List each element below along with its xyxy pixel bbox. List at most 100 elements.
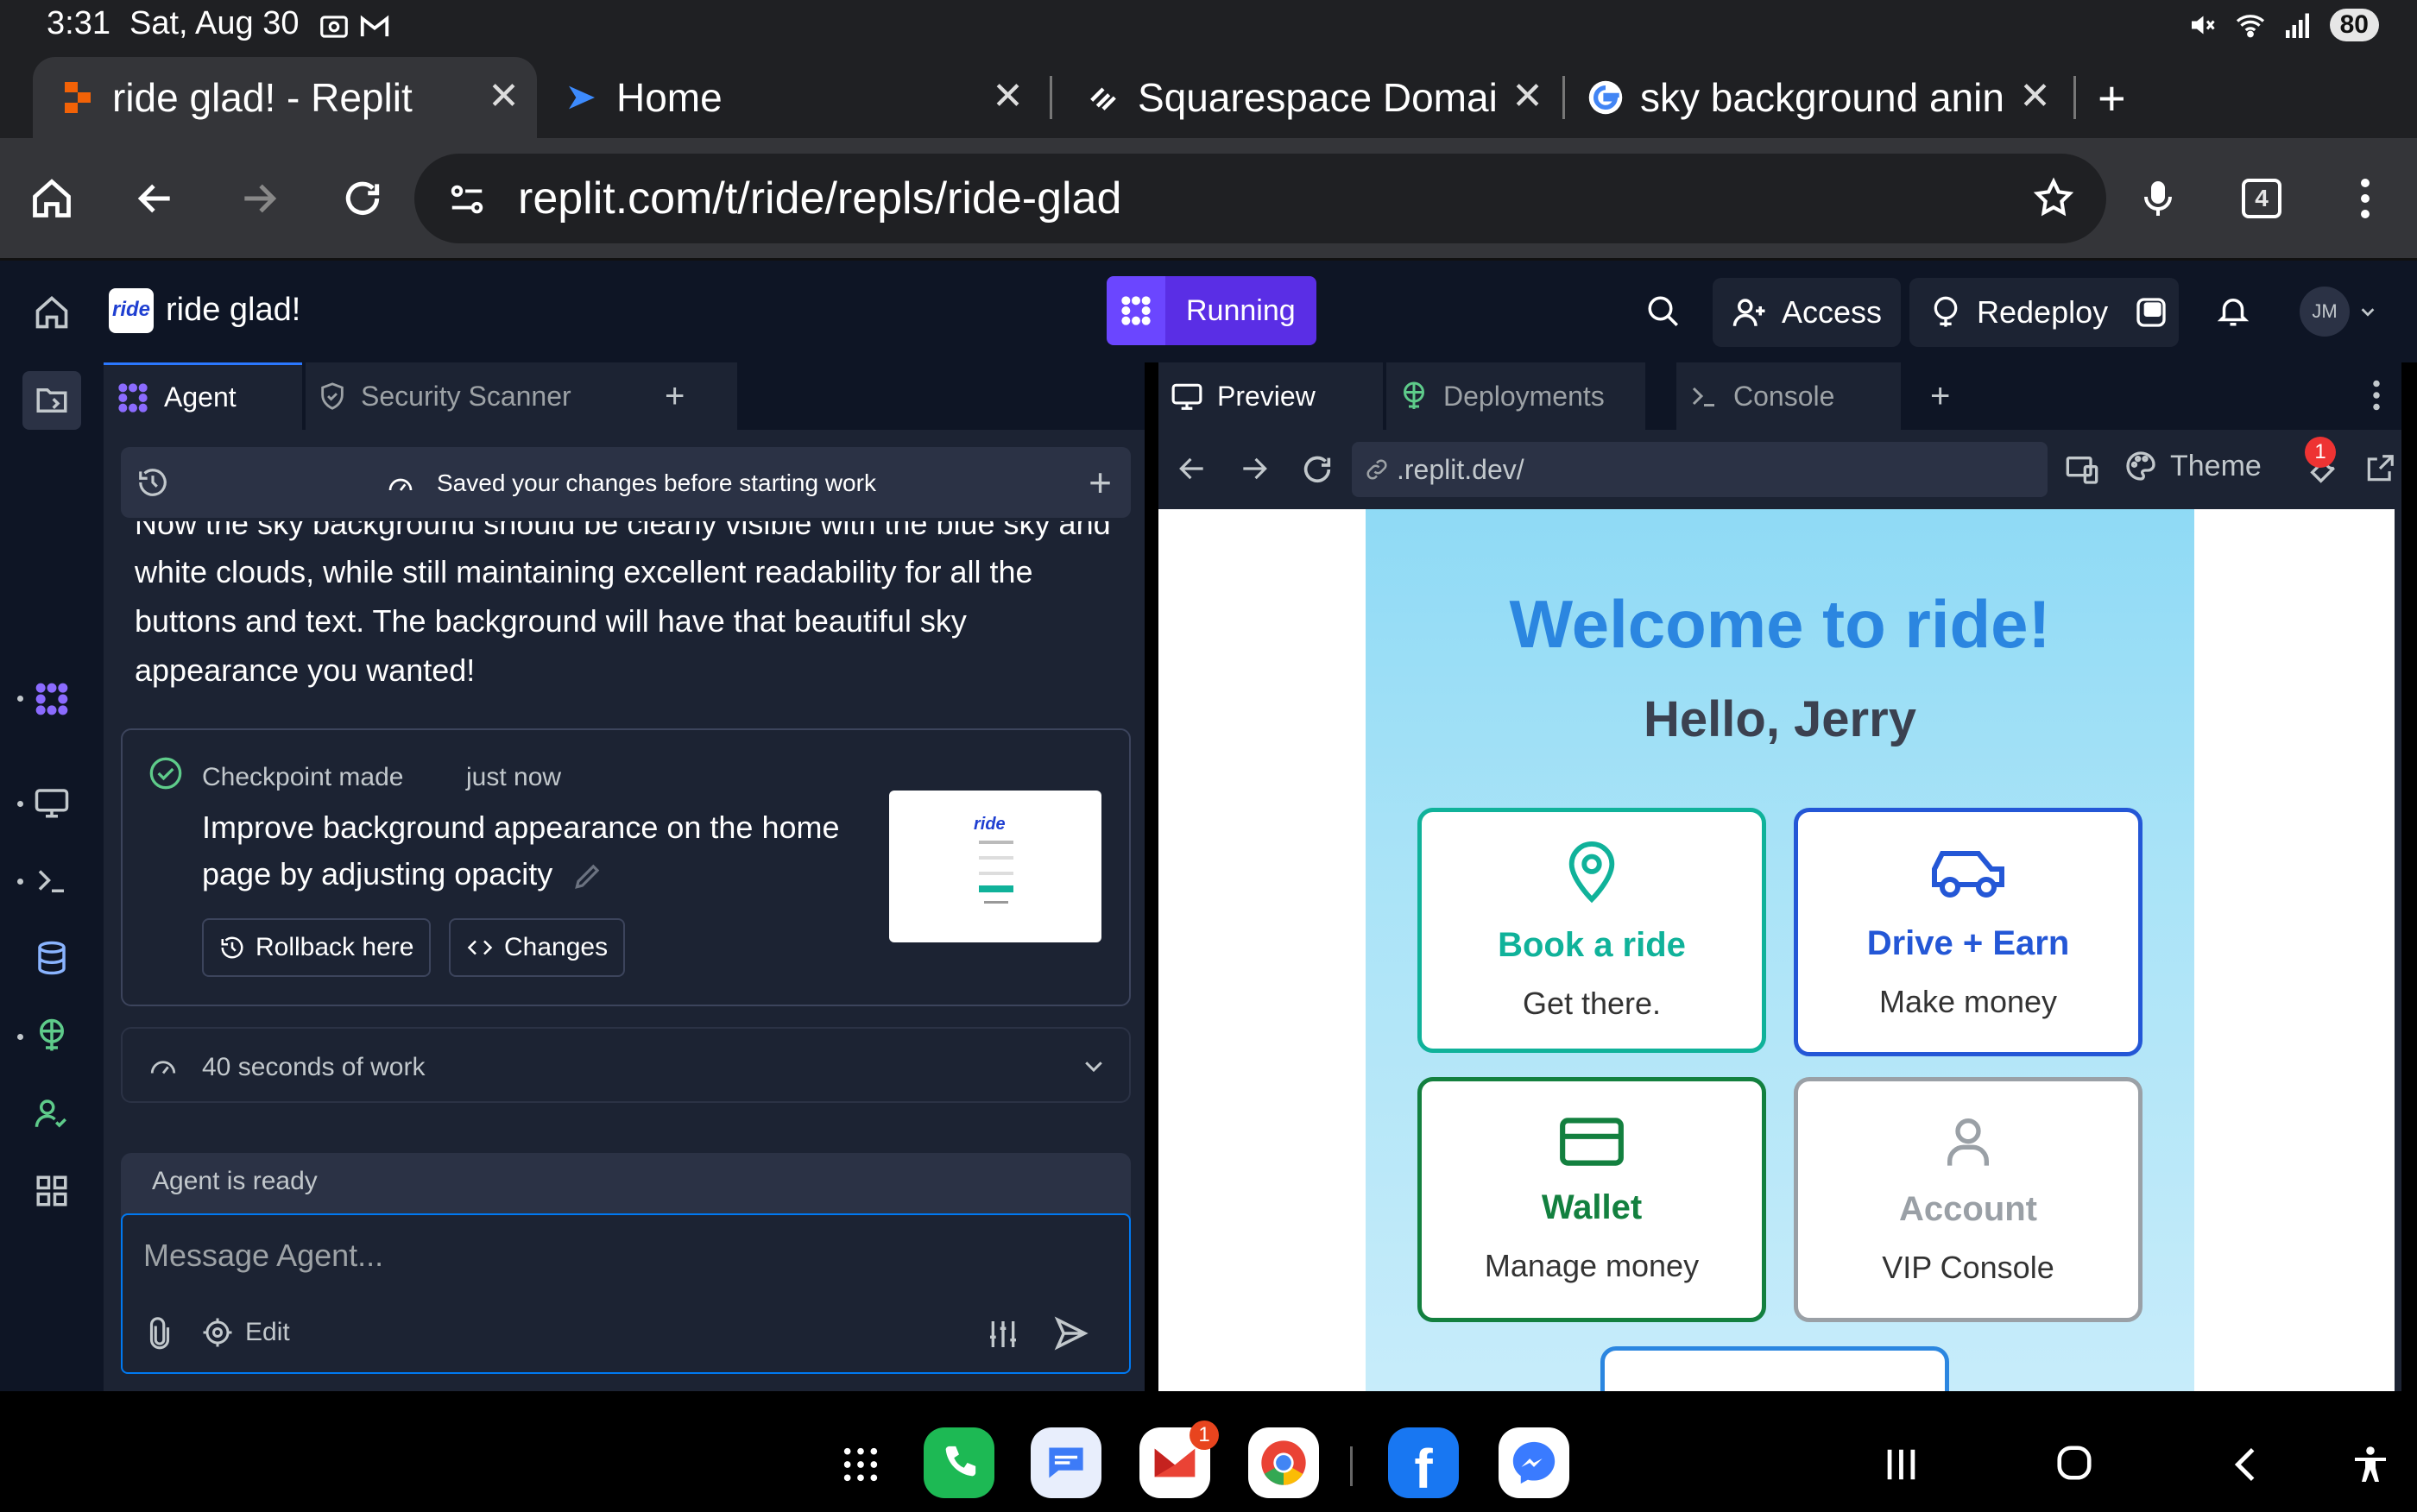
account-card[interactable]: Account VIP Console xyxy=(1794,1077,2142,1322)
work-summary-row[interactable]: 40 seconds of work xyxy=(121,1027,1131,1103)
tab-label: Console xyxy=(1733,380,1835,412)
close-tab-icon[interactable]: ✕ xyxy=(1511,74,1543,118)
message-input-box[interactable]: Message Agent... Edit xyxy=(121,1213,1131,1374)
mute-icon xyxy=(2187,9,2218,41)
tab-console[interactable]: Console xyxy=(1676,362,1901,430)
deployments-icon[interactable] xyxy=(24,1008,79,1063)
preview-url-field[interactable]: .replit.dev/ xyxy=(1352,442,2048,497)
squarespace-icon xyxy=(1084,79,1122,117)
partial-card[interactable] xyxy=(1600,1346,1949,1391)
system-back-icon[interactable] xyxy=(2231,1445,2262,1484)
checkpoint-thumbnail[interactable]: ride xyxy=(889,791,1101,942)
close-tab-icon[interactable]: ✕ xyxy=(488,74,520,118)
message-input[interactable]: Message Agent... xyxy=(143,1238,383,1274)
forward-icon[interactable] xyxy=(228,167,290,230)
close-tab-icon[interactable]: ✕ xyxy=(2019,74,2051,118)
replit-home-icon[interactable] xyxy=(33,293,71,331)
book-ride-card[interactable]: Book a ride Get there. xyxy=(1417,808,1766,1053)
tab-switcher-button[interactable]: 4 xyxy=(2231,167,2293,230)
theme-button[interactable]: Theme xyxy=(2124,449,2262,483)
more-menu-icon[interactable] xyxy=(2334,167,2396,230)
home-icon[interactable] xyxy=(21,167,83,230)
devices-icon[interactable] xyxy=(2065,452,2099,487)
preview-reload-icon[interactable] xyxy=(1300,452,1335,487)
browser-tab-replit[interactable]: ride glad! - Replit ✕ xyxy=(33,57,537,138)
tab-agent[interactable]: Agent xyxy=(104,362,302,430)
chevron-down-icon[interactable] xyxy=(1081,1053,1107,1079)
url-text[interactable]: replit.com/t/ride/repls/ride-glad xyxy=(518,173,1121,224)
checkpoint-card: Checkpoint made just now Improve backgro… xyxy=(121,728,1131,1006)
facebook-app-icon[interactable]: f xyxy=(1388,1427,1459,1500)
notifications-bell-icon[interactable] xyxy=(2215,292,2251,330)
browser-tab-home[interactable]: Home ✕ xyxy=(537,57,1041,138)
add-tab-button[interactable]: + xyxy=(653,362,685,430)
attach-paperclip-icon[interactable] xyxy=(143,1317,176,1351)
users-icon[interactable] xyxy=(24,1086,79,1141)
gmail-notification-icon xyxy=(357,10,392,43)
signal-icon xyxy=(2283,9,2314,41)
avatar[interactable]: JM xyxy=(2300,287,2350,337)
deploy-options-button[interactable] xyxy=(2124,278,2179,347)
site-settings-icon[interactable] xyxy=(447,180,487,219)
messenger-app-icon[interactable] xyxy=(1499,1427,1569,1498)
browser-tab-squarespace[interactable]: Squarespace Domai ✕ xyxy=(1058,57,1561,138)
expand-plus-icon[interactable]: + xyxy=(1089,459,1112,506)
add-tab-button[interactable]: + xyxy=(1918,362,1950,430)
arrow-logo-icon xyxy=(563,79,601,117)
recent-apps-icon[interactable] xyxy=(1884,1445,1918,1484)
preview-back-icon[interactable] xyxy=(1176,452,1208,485)
edit-mode-button[interactable]: Edit xyxy=(202,1317,290,1348)
rollback-button[interactable]: Rollback here xyxy=(202,918,432,977)
search-icon[interactable] xyxy=(1645,293,1682,330)
access-button[interactable]: Access xyxy=(1713,278,1902,347)
agent-run-icon xyxy=(1107,276,1165,345)
preview-icon[interactable] xyxy=(24,775,79,830)
database-icon[interactable] xyxy=(24,930,79,986)
new-tab-button[interactable]: + xyxy=(2098,57,2149,138)
browser-tab-google[interactable]: sky background anin ✕ xyxy=(1568,57,2068,138)
gauge-icon xyxy=(147,1051,180,1080)
saved-notice-text: Saved your changes before starting work xyxy=(437,469,876,496)
run-status-button[interactable]: Running xyxy=(1107,276,1316,345)
saved-notice-bar: Saved your changes before starting work … xyxy=(121,447,1131,518)
microphone-icon[interactable] xyxy=(2127,167,2189,230)
address-bar[interactable]: replit.com/t/ride/repls/ride-glad xyxy=(414,154,2106,243)
files-icon[interactable] xyxy=(22,371,81,430)
phone-app-icon[interactable] xyxy=(924,1427,994,1498)
close-tab-icon[interactable]: ✕ xyxy=(992,74,1024,118)
google-icon xyxy=(1587,79,1625,117)
pencil-icon[interactable] xyxy=(571,860,604,892)
all-tools-icon[interactable] xyxy=(24,1163,79,1219)
chrome-app-icon[interactable] xyxy=(1248,1427,1319,1498)
console-icon[interactable] xyxy=(24,853,79,908)
tab-deployments[interactable]: Deployments xyxy=(1386,362,1645,430)
chevron-down-icon[interactable] xyxy=(2358,302,2377,321)
app-name[interactable]: ride glad! xyxy=(166,292,300,329)
bookmark-star-icon[interactable] xyxy=(2032,176,2075,219)
tab-preview[interactable]: Preview xyxy=(1158,362,1383,430)
open-external-icon[interactable] xyxy=(2363,452,2396,485)
reload-icon[interactable] xyxy=(331,167,394,230)
accessibility-icon[interactable] xyxy=(2350,1443,2391,1486)
agent-icon[interactable] xyxy=(24,671,79,727)
credit-card-icon xyxy=(1557,1114,1626,1169)
panel-more-icon[interactable] xyxy=(2372,380,2381,411)
preview-forward-icon[interactable] xyxy=(1238,452,1271,485)
redeploy-button[interactable]: Redeploy xyxy=(1909,278,2128,347)
send-icon[interactable] xyxy=(1053,1315,1089,1351)
gauge-icon xyxy=(385,469,416,497)
wallet-card[interactable]: Wallet Manage money xyxy=(1417,1077,1766,1322)
agent-ready-text: Agent is ready xyxy=(152,1167,318,1195)
app-drawer-icon[interactable] xyxy=(841,1445,880,1484)
deployments-icon xyxy=(1398,381,1429,412)
card-subtitle: Get there. xyxy=(1522,986,1662,1021)
settings-sliders-icon[interactable] xyxy=(986,1317,1020,1351)
tab-count: 4 xyxy=(2242,179,2281,218)
history-icon[interactable] xyxy=(136,466,169,499)
drive-earn-card[interactable]: Drive + Earn Make money xyxy=(1794,808,2142,1056)
changes-button[interactable]: Changes xyxy=(449,918,626,977)
messages-app-icon[interactable] xyxy=(1031,1427,1101,1498)
card-title: Book a ride xyxy=(1498,926,1686,964)
home-button-icon[interactable] xyxy=(2054,1443,2094,1483)
back-icon[interactable] xyxy=(124,167,186,230)
